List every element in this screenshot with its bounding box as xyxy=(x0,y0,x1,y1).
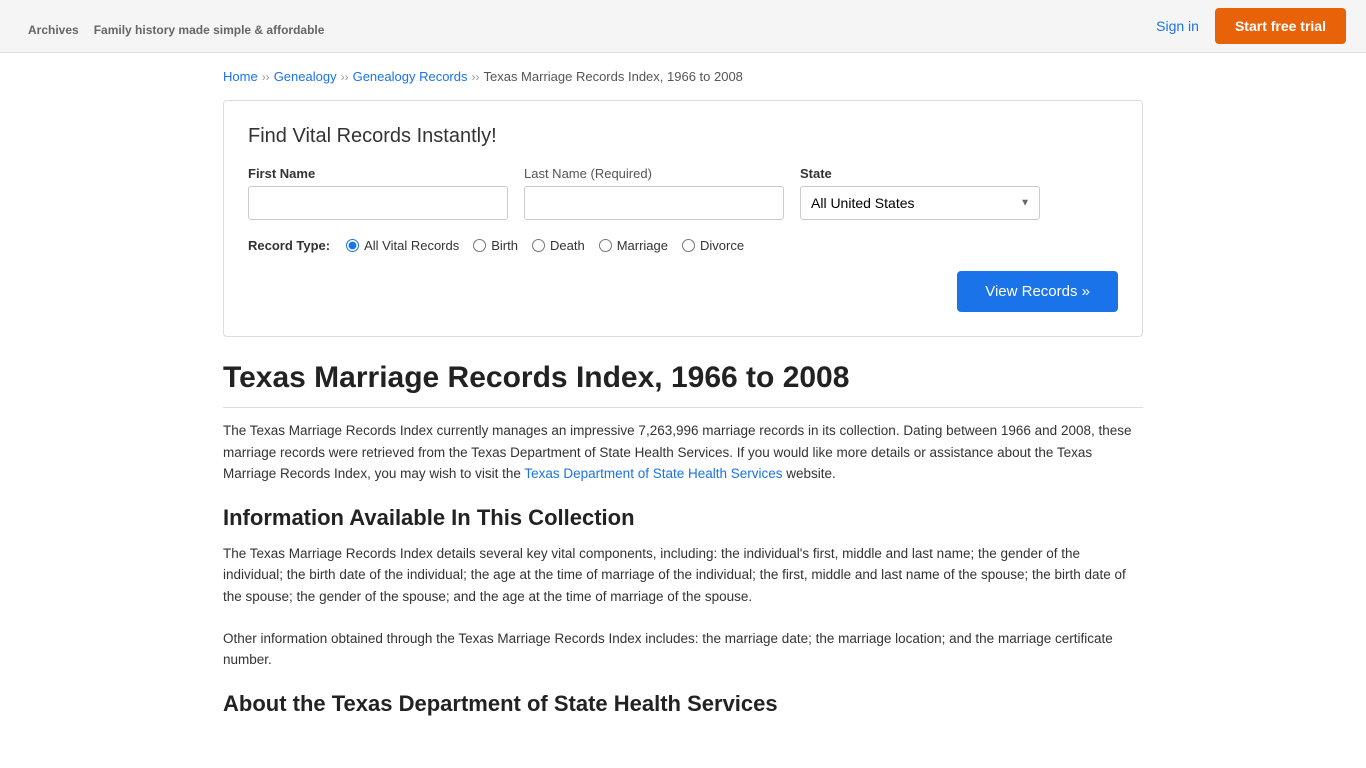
view-records-button[interactable]: View Records » xyxy=(957,271,1118,312)
radio-divorce[interactable]: Divorce xyxy=(682,238,744,253)
logo-text: Archives xyxy=(28,23,79,37)
record-type-row: Record Type: All Vital Records Birth Dea… xyxy=(248,238,1118,253)
radio-all-label: All Vital Records xyxy=(364,238,459,253)
state-field-group: State All United States Alabama Alaska A… xyxy=(800,166,1040,220)
breadcrumb: Home ›› Genealogy ›› Genealogy Records ›… xyxy=(223,69,1143,84)
start-trial-button[interactable]: Start free trial xyxy=(1215,8,1346,44)
section1-text: The Texas Marriage Records Index details… xyxy=(223,543,1143,608)
state-select-wrapper: All United States Alabama Alaska Arizona… xyxy=(800,186,1040,220)
record-type-label: Record Type: xyxy=(248,238,330,253)
radio-marriage[interactable]: Marriage xyxy=(599,238,668,253)
intro-end: website. xyxy=(786,466,836,481)
radio-death-label: Death xyxy=(550,238,585,253)
header-actions: Sign in Start free trial xyxy=(1156,8,1346,44)
radio-marriage-input[interactable] xyxy=(599,239,612,252)
intro-paragraph: The Texas Marriage Records Index current… xyxy=(223,420,1143,485)
breadcrumb-sep-3: ›› xyxy=(471,70,479,84)
radio-divorce-input[interactable] xyxy=(682,239,695,252)
header-logo-area: Archives Family history made simple & af… xyxy=(20,10,324,42)
last-name-input[interactable] xyxy=(524,186,784,220)
section2-heading: About the Texas Department of State Heal… xyxy=(223,691,1143,717)
radio-birth-input[interactable] xyxy=(473,239,486,252)
last-name-label: Last Name (Required) xyxy=(524,166,784,181)
site-logo: Archives Family history made simple & af… xyxy=(20,10,324,42)
breadcrumb-sep-1: ›› xyxy=(262,70,270,84)
radio-birth[interactable]: Birth xyxy=(473,238,518,253)
sign-in-link[interactable]: Sign in xyxy=(1156,18,1199,34)
radio-all-vital[interactable]: All Vital Records xyxy=(346,238,459,253)
search-fields: First Name Last Name (Required) State Al… xyxy=(248,166,1118,220)
breadcrumb-home[interactable]: Home xyxy=(223,69,258,84)
page-title: Texas Marriage Records Index, 1966 to 20… xyxy=(223,361,1143,408)
search-box: Find Vital Records Instantly! First Name… xyxy=(223,100,1143,337)
radio-all-input[interactable] xyxy=(346,239,359,252)
state-select[interactable]: All United States Alabama Alaska Arizona… xyxy=(800,186,1040,220)
first-name-label: First Name xyxy=(248,166,508,181)
section1-text2: Other information obtained through the T… xyxy=(223,628,1143,671)
main-content: Home ›› Genealogy ›› Genealogy Records ›… xyxy=(203,53,1163,745)
tdhs-link[interactable]: Texas Department of State Health Service… xyxy=(524,466,782,481)
view-records-row: View Records » xyxy=(248,271,1118,312)
breadcrumb-sep-2: ›› xyxy=(341,70,349,84)
radio-divorce-label: Divorce xyxy=(700,238,744,253)
section1-heading: Information Available In This Collection xyxy=(223,505,1143,531)
radio-death[interactable]: Death xyxy=(532,238,585,253)
tagline: Family history made simple & affordable xyxy=(94,23,325,37)
breadcrumb-current: Texas Marriage Records Index, 1966 to 20… xyxy=(483,69,742,84)
radio-marriage-label: Marriage xyxy=(617,238,668,253)
last-name-field-group: Last Name (Required) xyxy=(524,166,784,220)
search-box-heading: Find Vital Records Instantly! xyxy=(248,125,1118,148)
radio-birth-label: Birth xyxy=(491,238,518,253)
radio-death-input[interactable] xyxy=(532,239,545,252)
first-name-field-group: First Name xyxy=(248,166,508,220)
site-header: Archives Family history made simple & af… xyxy=(0,0,1366,53)
breadcrumb-genealogy-records[interactable]: Genealogy Records xyxy=(353,69,468,84)
state-label: State xyxy=(800,166,1040,181)
radio-options: All Vital Records Birth Death Marriage D… xyxy=(346,238,744,253)
breadcrumb-genealogy[interactable]: Genealogy xyxy=(274,69,337,84)
first-name-input[interactable] xyxy=(248,186,508,220)
